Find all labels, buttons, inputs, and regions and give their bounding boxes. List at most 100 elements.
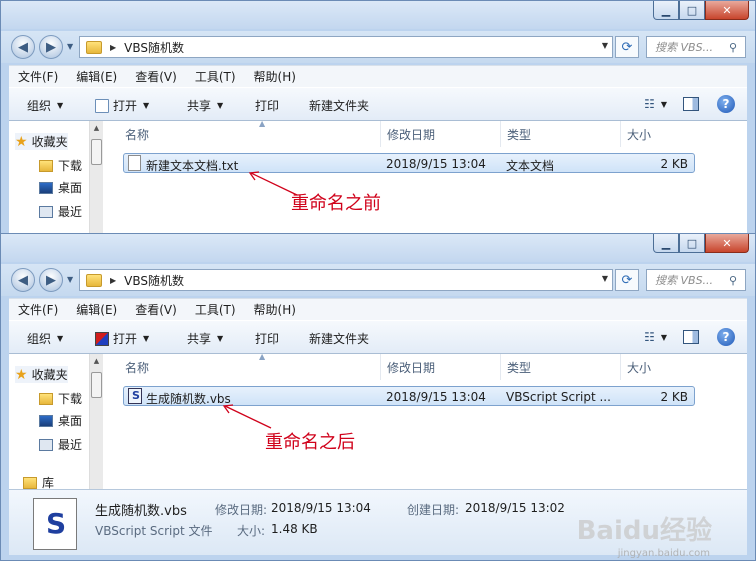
column-header-size[interactable]: 大小 [621,354,701,380]
print-button[interactable]: 打印 [255,330,279,347]
menu-view[interactable]: 查看(V) [126,301,186,318]
nav-downloads[interactable]: 下载 [39,157,82,174]
menu-edit[interactable]: 编辑(E) [67,301,126,318]
close-button[interactable]: ✕ [705,1,749,20]
minimize-button[interactable]: ▁ [653,234,679,253]
preview-pane-icon[interactable] [683,330,699,344]
scroll-thumb[interactable] [91,139,102,165]
address-dropdown-icon[interactable]: ▼ [602,274,608,283]
column-header-type[interactable]: 类型 [501,121,621,147]
nav-scrollbar[interactable]: ▲ [89,354,103,489]
history-dropdown-icon[interactable]: ▼ [67,275,73,284]
refresh-button[interactable]: ⟳ [615,269,639,291]
file-row[interactable]: 新建文本文档.txt 2018/9/15 13:04 文本文档 2 KB [123,153,695,173]
nav-recent[interactable]: 最近 [39,203,82,220]
address-bar[interactable]: ▶ VBS随机数 ▼ [79,269,613,291]
scroll-up-icon[interactable]: ▲ [90,354,103,368]
search-input[interactable]: 搜索 VBS... ⚲ [646,36,746,58]
menu-file[interactable]: 文件(F) [9,68,67,85]
organize-button[interactable]: 组织 ▼ [27,97,63,114]
address-dropdown-icon[interactable]: ▼ [602,41,608,50]
view-list-icon: ☷ [644,97,655,111]
title-bar: ▁ □ ✕ [1,1,755,29]
column-header-type[interactable]: 类型 [501,354,621,380]
column-header-modified[interactable]: 修改日期 [381,354,501,380]
help-icon[interactable]: ? [717,95,735,113]
close-button[interactable]: ✕ [705,234,749,253]
file-type: VBScript Script ... [506,390,611,404]
chevron-down-icon: ▼ [57,334,64,343]
recent-places-icon [39,205,53,218]
menu-help[interactable]: 帮助(H) [245,68,305,85]
change-view-button[interactable]: ☷ ▼ [644,97,667,111]
forward-button[interactable]: ▶ [39,35,63,59]
scroll-up-icon[interactable]: ▲ [90,121,103,135]
column-name-label: 名称 [125,360,150,375]
maximize-button[interactable]: □ [679,1,705,20]
menu-tools[interactable]: 工具(T) [186,301,245,318]
column-size-label: 大小 [627,360,652,375]
share-button[interactable]: 共享 ▼ [187,97,223,114]
nav-scrollbar[interactable]: ▲ [89,121,103,235]
nav-recent-label: 最近 [58,205,83,219]
menu-bar: 文件(F) 编辑(E) 查看(V) 工具(T) 帮助(H) [9,65,747,87]
scroll-thumb[interactable] [91,372,102,398]
menu-file[interactable]: 文件(F) [9,301,67,318]
column-header-name[interactable]: 名称 ▲ [119,352,381,380]
forward-button[interactable]: ▶ [39,268,63,292]
new-folder-button[interactable]: 新建文件夹 [309,97,369,114]
breadcrumb-folder[interactable]: VBS随机数 [124,272,184,289]
preview-pane-icon[interactable] [683,97,699,111]
menu-edit[interactable]: 编辑(E) [67,68,126,85]
folder-icon [86,40,102,54]
nav-favorites[interactable]: ★ 收藏夹 [15,366,68,383]
column-header-name[interactable]: 名称 ▲ [119,119,381,147]
sort-up-icon: ▲ [259,352,266,361]
new-folder-button[interactable]: 新建文件夹 [309,330,369,347]
nav-favorites-label: 收藏夹 [31,368,68,382]
organize-label: 组织 [27,332,52,346]
address-bar[interactable]: ▶ VBS随机数 ▼ [79,36,613,58]
menu-tools[interactable]: 工具(T) [186,68,245,85]
file-modified: 2018/9/15 13:04 [386,390,486,404]
nav-desktop[interactable]: 桌面 [39,179,82,196]
column-modified-label: 修改日期 [387,127,436,142]
organize-button[interactable]: 组织 ▼ [27,330,63,347]
search-input[interactable]: 搜索 VBS... ⚲ [646,269,746,291]
nav-favorites[interactable]: ★ 收藏夹 [15,133,68,150]
refresh-button[interactable]: ⟳ [615,36,639,58]
column-header-size[interactable]: 大小 [621,121,701,147]
search-icon[interactable]: ⚲ [729,41,745,54]
print-label: 打印 [255,99,280,113]
menu-help[interactable]: 帮助(H) [245,301,305,318]
arrow-right-icon: ▶ [46,272,56,288]
open-button[interactable]: 打开 ▼ [95,330,149,347]
navigation-pane: ★ 收藏夹 下载 桌面 最近 库 ▲ [9,354,105,490]
maximize-button[interactable]: □ [679,234,705,253]
star-icon: ★ [15,133,28,150]
minimize-button[interactable]: ▁ [653,1,679,20]
nav-recent[interactable]: 最近 [39,436,82,453]
back-button[interactable]: ◀ [11,35,35,59]
nav-downloads-label: 下载 [58,392,83,406]
change-view-button[interactable]: ☷ ▼ [644,330,667,344]
history-dropdown-icon[interactable]: ▼ [67,42,73,51]
menu-view[interactable]: 查看(V) [126,68,186,85]
menu-bar: 文件(F) 编辑(E) 查看(V) 工具(T) 帮助(H) [9,298,747,320]
breadcrumb-chevron-icon[interactable]: ▶ [110,43,116,52]
search-icon[interactable]: ⚲ [729,274,745,287]
nav-desktop[interactable]: 桌面 [39,412,82,429]
back-button[interactable]: ◀ [11,268,35,292]
nav-downloads[interactable]: 下载 [39,390,82,407]
command-bar: 组织 ▼ 打开 ▼ 共享 ▼ 打印 新建文件夹 ☷ ▼ ? [9,320,747,354]
open-button[interactable]: 打开 ▼ [95,97,149,114]
print-button[interactable]: 打印 [255,97,279,114]
file-row[interactable]: 生成随机数.vbs 2018/9/15 13:04 VBScript Scrip… [123,386,695,406]
chevron-down-icon: ▼ [217,334,224,343]
breadcrumb-chevron-icon[interactable]: ▶ [110,276,116,285]
column-header-modified[interactable]: 修改日期 [381,121,501,147]
share-button[interactable]: 共享 ▼ [187,330,223,347]
help-icon[interactable]: ? [717,328,735,346]
downloads-folder-icon [39,159,53,172]
breadcrumb-folder[interactable]: VBS随机数 [124,39,184,56]
